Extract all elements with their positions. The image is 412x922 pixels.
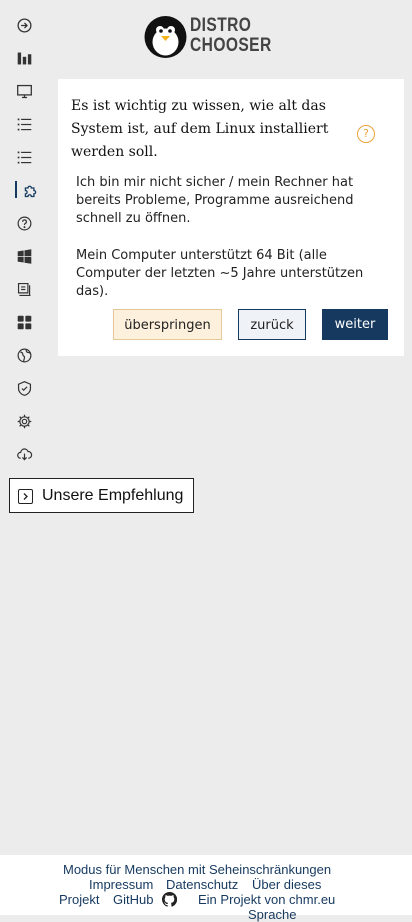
footer: Modus für Menschen mit Seheinschränkunge… xyxy=(0,855,412,922)
accessibility-link[interactable]: Modus für Menschen mit Seheinschränkunge… xyxy=(63,862,331,877)
about-link-continued[interactable]: Projekt xyxy=(59,892,99,907)
list-icon[interactable] xyxy=(14,147,34,167)
privacy-link[interactable]: Datenschutz xyxy=(166,877,238,892)
windows-icon[interactable] xyxy=(14,246,34,266)
logo-line-2: CHOOSER xyxy=(190,35,272,56)
skip-button[interactable]: überspringen xyxy=(113,309,222,340)
distrochooser-logo[interactable]: DISTRO CHOOSER xyxy=(144,15,274,61)
project-by-link[interactable]: Ein Projekt von chmr.eu xyxy=(198,892,335,907)
back-button[interactable]: zurück xyxy=(238,309,306,340)
puzzle-icon[interactable] xyxy=(20,180,40,200)
chevron-right-icon xyxy=(18,489,33,504)
desktop-icon[interactable] xyxy=(14,81,34,101)
bar-chart-icon[interactable] xyxy=(14,48,34,68)
logo-text: DISTRO CHOOSER xyxy=(190,16,272,56)
github-icon[interactable] xyxy=(162,892,177,907)
question-circle-icon[interactable] xyxy=(14,213,34,233)
question-card: Es ist wichtig zu wissen, wie alt das Sy… xyxy=(58,79,404,356)
question-text: Es ist wichtig zu wissen, wie alt das Sy… xyxy=(71,98,329,160)
login-icon[interactable] xyxy=(14,15,34,35)
gear-icon[interactable] xyxy=(14,411,34,431)
list-icon[interactable] xyxy=(14,114,34,134)
recommendation-label: Unsere Empfehlung xyxy=(42,487,184,504)
help-icon[interactable]: ? xyxy=(357,125,375,143)
github-link[interactable]: GitHub xyxy=(113,892,153,907)
answer-option[interactable]: Ich bin mir nicht sicher / mein Rechner … xyxy=(76,174,394,228)
active-indicator xyxy=(15,181,17,198)
shield-check-icon[interactable] xyxy=(14,378,34,398)
grid-icon[interactable] xyxy=(14,312,34,332)
checklist-icon[interactable] xyxy=(14,279,34,299)
next-button[interactable]: weiter xyxy=(322,309,388,340)
recommendation-button[interactable]: Unsere Empfehlung xyxy=(9,478,194,513)
about-link[interactable]: Über dieses xyxy=(252,877,321,892)
globe-icon[interactable] xyxy=(14,345,34,365)
penguin-icon xyxy=(144,16,187,58)
cloud-download-icon[interactable] xyxy=(14,444,34,464)
answer-option[interactable]: Mein Computer unterstützt 64 Bit (alle C… xyxy=(76,247,394,301)
impressum-link[interactable]: Impressum xyxy=(89,877,153,892)
logo-line-1: DISTRO xyxy=(190,15,252,36)
